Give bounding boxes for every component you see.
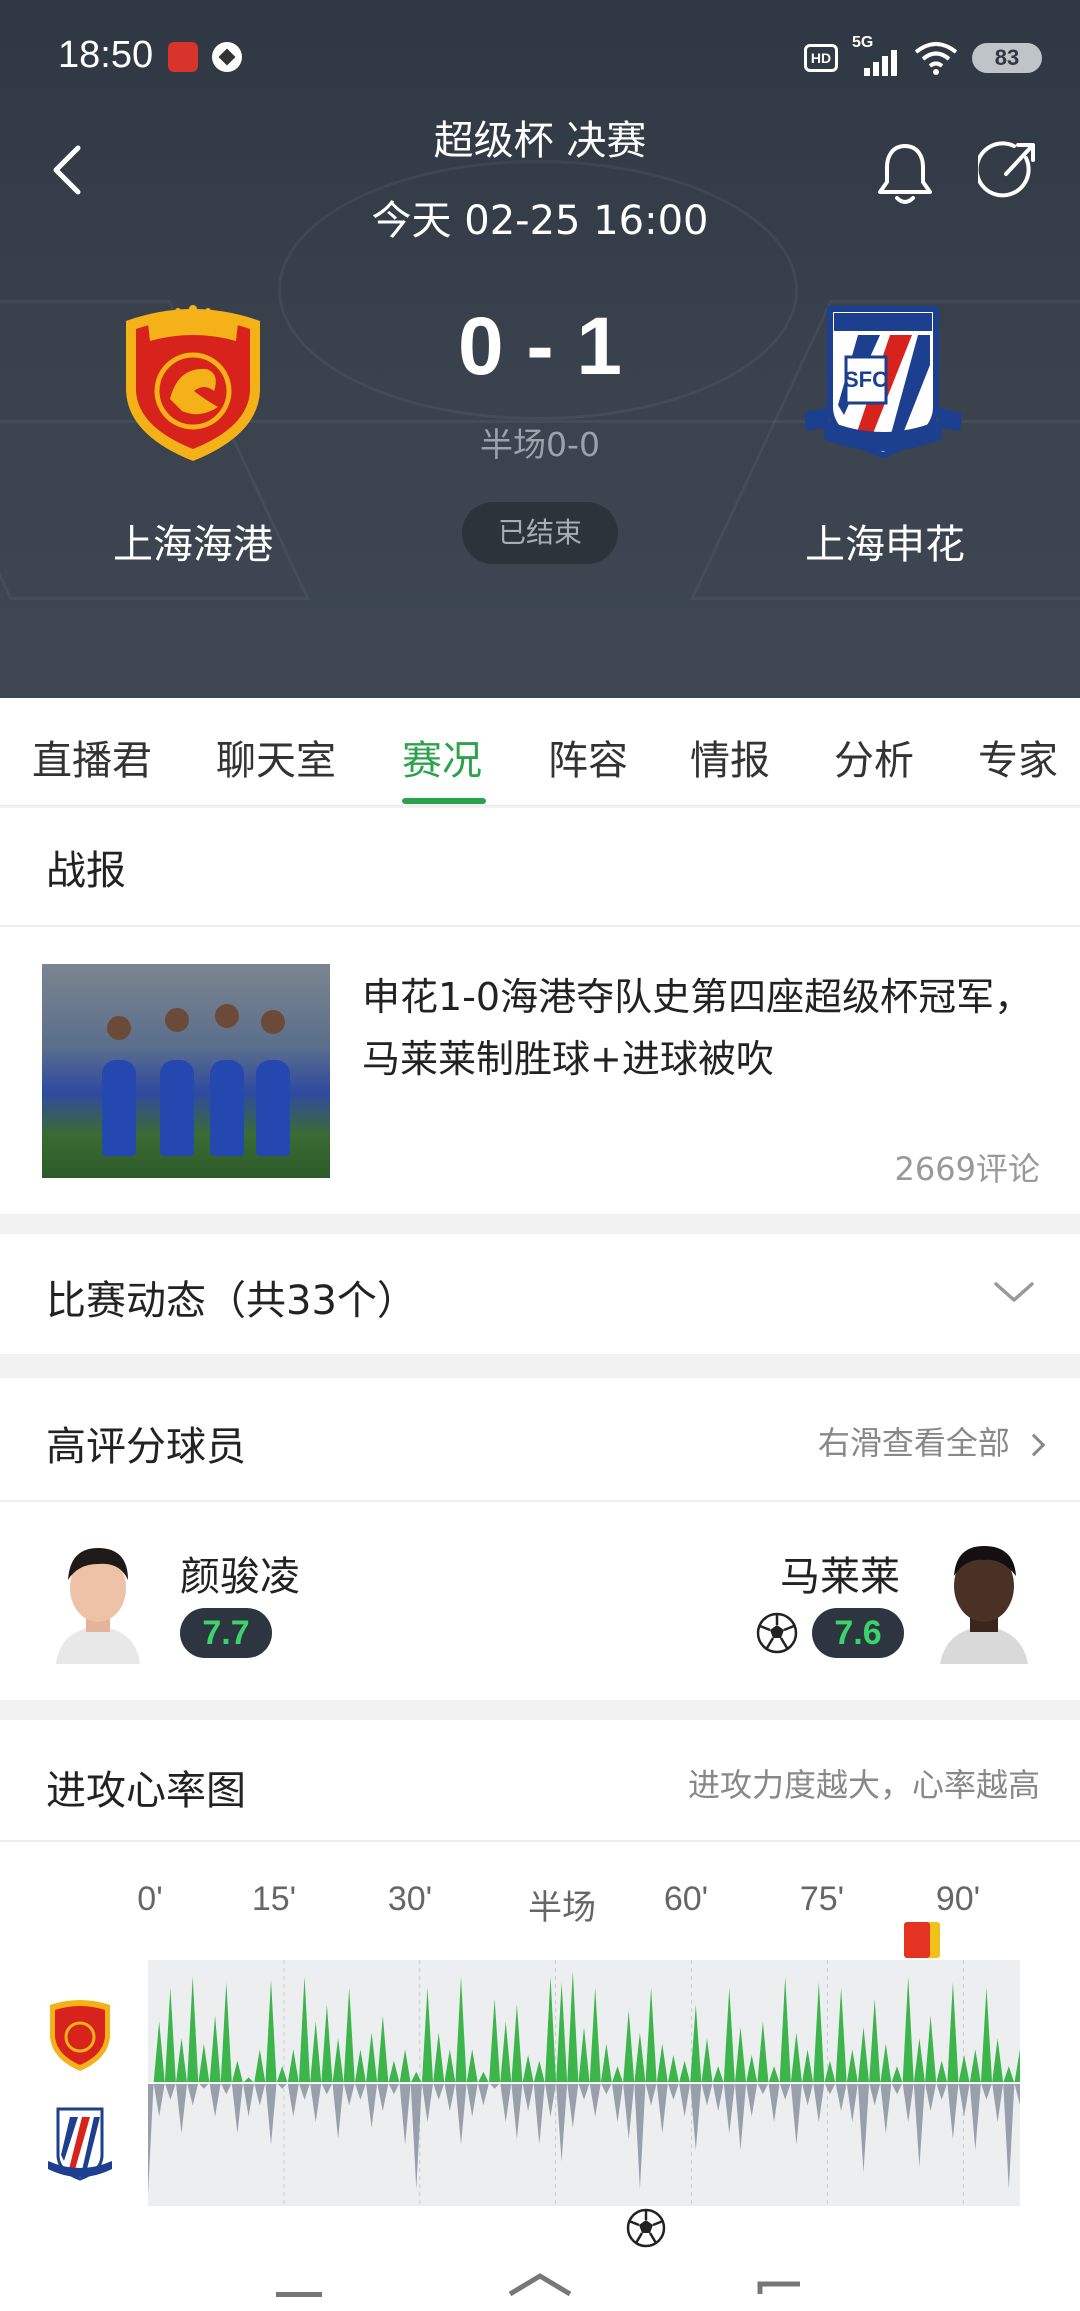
chevron-right-icon: [1022, 1433, 1046, 1457]
see-all-label: 右滑查看全部: [817, 1424, 1010, 1462]
news-app-icon: [168, 42, 198, 72]
attack-heart-rate-chart[interactable]: [148, 1960, 1020, 2206]
tab-analysis[interactable]: 分析: [834, 728, 914, 786]
away-player-name[interactable]: 马莱莱: [780, 1544, 900, 1602]
bell-icon[interactable]: [874, 140, 936, 206]
home-player-rating: 7.7: [180, 1608, 272, 1658]
news-headline[interactable]: 申花1-0海港夺队史第四座超级杯冠军，马莱莱制胜球+进球被吹: [362, 966, 1042, 1090]
tick-label: 15': [251, 1880, 297, 1918]
tab-experts[interactable]: 专家: [978, 728, 1058, 786]
tick-label: 0': [137, 1880, 163, 1918]
tick-label: 60': [663, 1880, 709, 1918]
status-bar: 18:50 HD 5G 83: [0, 0, 1080, 110]
home-team-name[interactable]: 上海海港: [43, 512, 343, 570]
tab-lineup[interactable]: 阵容: [548, 728, 628, 786]
recent-apps-icon: [276, 2292, 322, 2297]
signal-icon: 5G: [852, 34, 900, 76]
chevron-down-icon[interactable]: [992, 1276, 1036, 1306]
tick-label: 75': [799, 1880, 845, 1918]
tick-label: 30': [387, 1880, 433, 1918]
goal-icon: [756, 1612, 798, 1654]
home-player-name[interactable]: 颜骏凌: [180, 1544, 300, 1602]
home-nav-icon: [508, 2273, 572, 2297]
match-header: 18:50 HD 5G 83 超级杯 决赛 今天 02-25 16:00 SFC…: [0, 0, 1080, 698]
heart-rate-title: 进攻心率图: [46, 1768, 246, 1814]
match-tabs: 直播君 聊天室 赛况 阵容 情报 分析 专家: [0, 698, 1080, 806]
active-tab-indicator: [402, 798, 486, 804]
system-nav-bar: [276, 2273, 800, 2297]
status-indicators: HD 5G 83: [804, 34, 1042, 78]
home-player-avatar[interactable]: [46, 1530, 150, 1664]
divider: [0, 1840, 1080, 1842]
away-team-mini-logo: [48, 2107, 112, 2181]
tab-chatroom[interactable]: 聊天室: [216, 728, 336, 786]
heart-rate-subtitle: 进攻力度越大，心率越高: [687, 1766, 1040, 1804]
news-comment-count[interactable]: 2669评论: [895, 1144, 1040, 1190]
goal-marker-icon[interactable]: [626, 2208, 666, 2248]
tick-label: 90': [935, 1880, 981, 1918]
match-score: 0 - 1: [457, 301, 623, 392]
halftime-score: 半场0-0: [480, 425, 600, 464]
tab-intel[interactable]: 情报: [690, 728, 770, 786]
battery-icon: 83: [972, 43, 1042, 73]
back-nav-icon: [757, 2281, 800, 2294]
divider: [0, 1500, 1080, 1502]
report-section-title: 战报: [46, 848, 126, 894]
wifi-icon: [914, 42, 958, 75]
news-thumbnail[interactable]: [42, 964, 330, 1178]
tab-match-summary[interactable]: 赛况: [402, 728, 482, 786]
tab-live[interactable]: 直播君: [32, 728, 152, 786]
top-players-title: 高评分球员: [46, 1424, 246, 1470]
status-time: 18:50: [58, 34, 154, 76]
match-events-title[interactable]: 比赛动态（共33个）: [46, 1268, 417, 1326]
share-icon[interactable]: [978, 140, 1040, 202]
away-team-name[interactable]: 上海申花: [735, 512, 1035, 570]
see-all-link[interactable]: 右滑查看全部: [817, 1418, 1046, 1464]
away-player-avatar[interactable]: [932, 1530, 1036, 1664]
football-app-icon: [212, 42, 242, 72]
divider: [0, 925, 1080, 927]
red-card-icon[interactable]: [902, 1922, 942, 1960]
away-player-rating: 7.6: [812, 1608, 904, 1658]
tick-label: 半场: [528, 1889, 596, 1927]
match-status-badge: 已结束: [462, 502, 618, 564]
home-team-mini-logo: [50, 2000, 110, 2071]
hd-icon: HD: [804, 44, 838, 72]
